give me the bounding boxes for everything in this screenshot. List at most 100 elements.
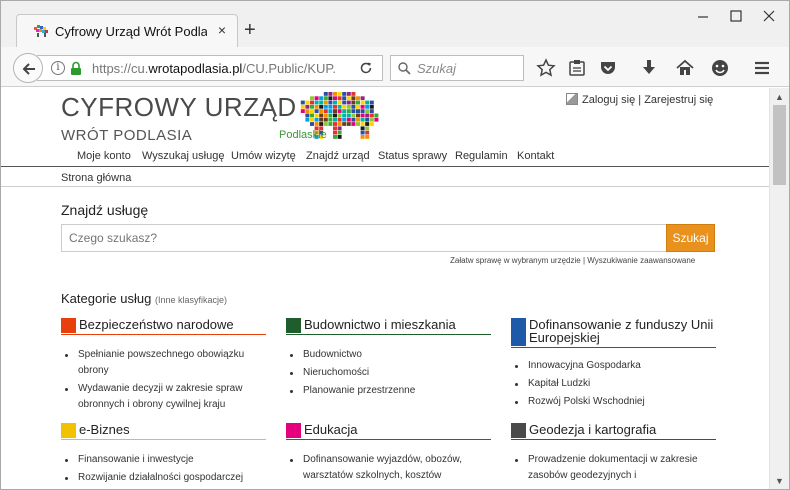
category-title[interactable]: Budownictwo i mieszkania [304,318,491,331]
categories-title: Kategorie usług [61,291,152,306]
category-item[interactable]: Budownictwo [286,347,491,363]
hello-smiley-icon[interactable] [710,58,730,78]
url-text[interactable]: https://cu.wrotapodlasia.pl/CU.Public/KU… [92,61,350,76]
category-header[interactable]: Edukacja [286,423,491,438]
maximize-icon[interactable] [728,9,744,23]
scroll-down-icon[interactable]: ▼ [775,476,784,486]
breadcrumb[interactable]: Strona główna [61,172,131,184]
category-underline [61,334,266,335]
back-button[interactable] [13,53,43,83]
category-header[interactable]: Dofinansowanie z funduszy Unii Europejsk… [511,318,716,346]
nav-item-umow-wizyte[interactable]: Umów wizytę [231,150,296,162]
nav-item-wyszukaj-usluge[interactable]: Wyszukaj usługę [142,150,224,162]
search-icon [398,62,411,75]
page-viewport: CYFROWY URZĄD WRÓT PODLASIA Podlaskie Za… [1,88,769,489]
category-color-square [61,318,76,333]
category-edukacja: Edukacja Dofinansowanie wyjazdów, obozów… [286,423,491,486]
breadcrumb-divider [1,186,769,187]
login-area: Zaloguj się | Zarejestruj się [566,93,713,106]
other-classifications-link[interactable]: (Inne klasyfikacje) [155,295,227,305]
menu-icon[interactable] [752,58,772,78]
reload-icon[interactable] [359,61,373,75]
categories-heading: Kategorie usług (Inne klasyfikacje) [61,291,227,306]
login-link[interactable]: Zaloguj się [582,94,635,106]
office-search-link[interactable]: Załatw sprawę w wybranym urzędzie [450,256,581,265]
browser-window: Cyfrowy Urząd Wrót Podlasia × + i https:… [0,0,790,490]
scroll-up-icon[interactable]: ▲ [775,92,784,102]
tab-title: Cyfrowy Urząd Wrót Podlasia [55,24,207,39]
category-item[interactable]: Planowanie przestrzenne [286,383,491,399]
scrollbar-thumb[interactable] [773,105,786,185]
category-item[interactable]: Rozwój Polski Wschodniej [511,394,716,410]
nav-item-moje-konto[interactable]: Moje konto [77,150,131,162]
service-search-input[interactable] [61,224,666,252]
category-e-biznes: e-Biznes Finansowanie i inwestycje Rozwi… [61,423,266,488]
site-title[interactable]: CYFROWY URZĄD [61,92,297,123]
category-title[interactable]: Bezpieczeństwo narodowe [79,318,266,331]
minimize-icon[interactable] [695,9,711,23]
search-links: Załatw sprawę w wybranym urzędzie | Wysz… [450,256,695,265]
main-nav: Moje konto Wyszukaj usługę Umów wizytę Z… [1,150,769,166]
browser-tab[interactable]: Cyfrowy Urząd Wrót Podlasia × [16,14,238,47]
category-budownictwo: Budownictwo i mieszkania Budownictwo Nie… [286,318,491,401]
category-title[interactable]: Geodezja i kartografia [529,423,716,436]
bookmark-star-icon[interactable] [536,58,556,78]
new-tab-button[interactable]: + [244,20,256,40]
category-color-square [61,423,76,438]
register-link[interactable]: Zarejestruj się [644,94,713,106]
search-bar-placeholder: Szukaj [417,61,457,76]
search-bar[interactable]: Szukaj [390,55,524,81]
category-color-square [511,423,526,438]
category-title[interactable]: Edukacja [304,423,491,436]
category-item[interactable]: Spełnianie powszechnego obowiązku obrony [61,347,266,379]
category-color-square [511,318,526,346]
lock-icon[interactable] [70,61,82,76]
category-underline [286,439,491,440]
category-underline [511,347,716,348]
url-bar[interactable]: i https://cu.wrotapodlasia.pl/CU.Public/… [37,55,383,81]
category-underline [286,334,491,335]
category-underline [511,439,716,440]
search-button[interactable]: Szukaj [666,224,715,252]
category-header[interactable]: Bezpieczeństwo narodowe [61,318,266,333]
site-subtitle: WRÓT PODLASIA [61,127,193,144]
bison-favicon-icon [34,25,48,37]
category-title[interactable]: e-Biznes [79,423,266,436]
category-item[interactable]: Prowadzenie dokumentacji w zakresie zaso… [511,452,716,484]
pocket-icon[interactable] [598,58,618,78]
category-item[interactable]: Kapitał Ludzki [511,376,716,392]
category-geodezja: Geodezja i kartografia Prowadzenie dokum… [511,423,716,486]
category-item[interactable]: Dofinansowanie wyjazdów, obozów, warszta… [286,452,491,484]
category-title[interactable]: Dofinansowanie z funduszy Unii Europejsk… [529,318,716,344]
category-item[interactable]: Wydawanie decyzji w zakresie spraw obron… [61,381,266,413]
category-header[interactable]: e-Biznes [61,423,266,438]
category-bezpieczenstwo: Bezpieczeństwo narodowe Spełnianie powsz… [61,318,266,415]
back-arrow-icon [22,63,35,75]
category-header[interactable]: Geodezja i kartografia [511,423,716,438]
page-scrollbar[interactable]: ▲ ▼ [769,88,789,489]
category-color-square [286,318,301,333]
category-item[interactable]: Finansowanie i inwestycje [61,452,266,468]
home-icon[interactable] [675,58,695,78]
close-window-icon[interactable] [761,9,777,23]
nav-divider [1,166,769,167]
login-separator: | [638,94,642,106]
category-header[interactable]: Budownictwo i mieszkania [286,318,491,333]
tab-bar: Cyfrowy Urząd Wrót Podlasia × + [1,1,789,47]
category-underline [61,439,266,440]
category-item[interactable]: Rozwijanie działalności gospodarczej [61,470,266,486]
download-icon[interactable] [639,58,659,78]
nav-item-status-sprawy[interactable]: Status sprawy [378,150,447,162]
tab-close-icon[interactable]: × [218,22,226,38]
advanced-search-link[interactable]: Wyszukiwanie zaawansowane [587,256,695,265]
nav-item-kontakt[interactable]: Kontakt [517,150,554,162]
category-item[interactable]: Innowacyjna Gospodarka [511,358,716,374]
category-fundusze-ue: Dofinansowanie z funduszy Unii Europejsk… [511,318,716,412]
nav-item-regulamin[interactable]: Regulamin [455,150,508,162]
nav-item-znajdz-urzad[interactable]: Znajdź urząd [306,150,370,162]
info-icon[interactable]: i [51,61,65,75]
login-icon [566,93,578,105]
reading-list-icon[interactable] [567,58,587,78]
category-item[interactable]: Nieruchomości [286,365,491,381]
category-color-square [286,423,301,438]
